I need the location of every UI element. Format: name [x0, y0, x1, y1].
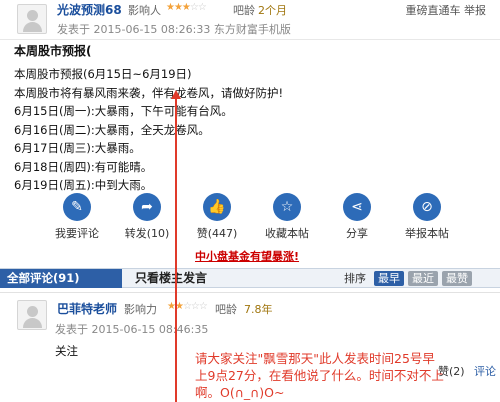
sort-top[interactable]: 最赞 — [442, 271, 472, 286]
post-line: 6月18日(周四):有可能晴。 — [14, 159, 153, 174]
annotation-arrow-line — [175, 95, 177, 402]
influence-stars: ★★☆☆☆ — [167, 301, 208, 312]
post-line: 本周股市预报(6月15日~6月19日) — [14, 67, 192, 81]
share-arrow-icon: ➦ — [133, 193, 161, 221]
post-title: 本周股市预报( — [14, 44, 92, 58]
age-label: 吧龄 — [233, 4, 255, 17]
influence-stars: ★★★☆☆ — [166, 2, 207, 13]
comment-icon: ✎ — [63, 193, 91, 221]
age-label: 吧龄 — [215, 303, 237, 316]
bookmark-button[interactable]: ☆ 收藏本帖 — [255, 193, 319, 241]
age-value: 2个月 — [258, 4, 287, 17]
influence-label: 影响力 — [124, 303, 157, 316]
promo-link[interactable]: 中小盘基金有望暴涨! — [195, 248, 299, 264]
sort-label: 排序 — [344, 272, 366, 285]
top-links[interactable]: 重磅直通车 举报 — [406, 2, 487, 18]
post-actions: ✎ 我要评论 ➦ 转发(10) 👍 赞(447) ☆ 收藏本帖 ⋖ 分享 ⊘ 举… — [40, 193, 460, 243]
forward-button[interactable]: ➦ 转发(10) — [115, 193, 179, 241]
comment-tabs: 全部评论(91) 只看楼主发言 排序 最早 最近 最赞 — [0, 268, 500, 288]
share-button[interactable]: ⋖ 分享 — [325, 193, 389, 241]
tab-owner-only[interactable]: 只看楼主发言 — [135, 269, 207, 288]
influence-label: 影响人 — [128, 4, 161, 17]
divider — [0, 292, 500, 293]
comment-reply-button[interactable]: 评论 — [474, 363, 496, 379]
avatar[interactable] — [17, 300, 47, 330]
comment-button[interactable]: ✎ 我要评论 — [45, 193, 109, 241]
comment-timestamp: 发表于 2015-06-15 08:46:35 — [55, 323, 209, 336]
post-timestamp: 发表于 2015-06-15 08:26:33 东方财富手机版 — [57, 23, 291, 36]
tab-all-comments[interactable]: 全部评论(91) — [0, 269, 122, 288]
post-author[interactable]: 光波预测68 — [57, 1, 122, 18]
comment-text: 关注 — [55, 344, 78, 358]
age-value: 7.8年 — [244, 303, 273, 316]
report-button[interactable]: ⊘ 举报本帖 — [395, 193, 459, 241]
share-nodes-icon: ⋖ — [343, 193, 371, 221]
thumbs-up-icon: 👍 — [203, 193, 231, 221]
annotation-note: 请大家关注"飘雪那天"此人发表时间25号早上9点27分，在看他说了什么。时间不对… — [195, 351, 444, 400]
annotation-arrow-head — [171, 90, 181, 99]
sort-latest[interactable]: 最近 — [408, 271, 438, 286]
post-line: 6月17日(周三):大暴雨。 — [14, 141, 141, 155]
post-line: 6月19日(周五):中到大雨。 — [14, 178, 153, 192]
post-body: 本周股市预报(6月15日~6月19日) 本周股市将有暴风雨来袭，伴有龙卷风，请做… — [14, 65, 283, 195]
post-line: 6月16日(周二):大暴雨，全天龙卷风。 — [14, 122, 210, 137]
post-header: 光波预测68 影响人 ★★★☆☆ 吧龄 2个月 重磅直通车 举报 发表于 201… — [0, 0, 500, 40]
comment-author[interactable]: 巴菲特老师 — [57, 300, 117, 317]
report-icon: ⊘ — [413, 193, 441, 221]
post-line: 本周股市将有暴风雨来袭，伴有龙卷风，请做好防护! — [14, 85, 284, 100]
post-line: 6月15日(周一):大暴雨，下午可能有台风。 — [14, 104, 233, 118]
avatar[interactable] — [17, 4, 47, 34]
sort-earliest[interactable]: 最早 — [374, 271, 404, 286]
bookmark-icon: ☆ — [273, 193, 301, 221]
like-button[interactable]: 👍 赞(447) — [185, 193, 249, 241]
